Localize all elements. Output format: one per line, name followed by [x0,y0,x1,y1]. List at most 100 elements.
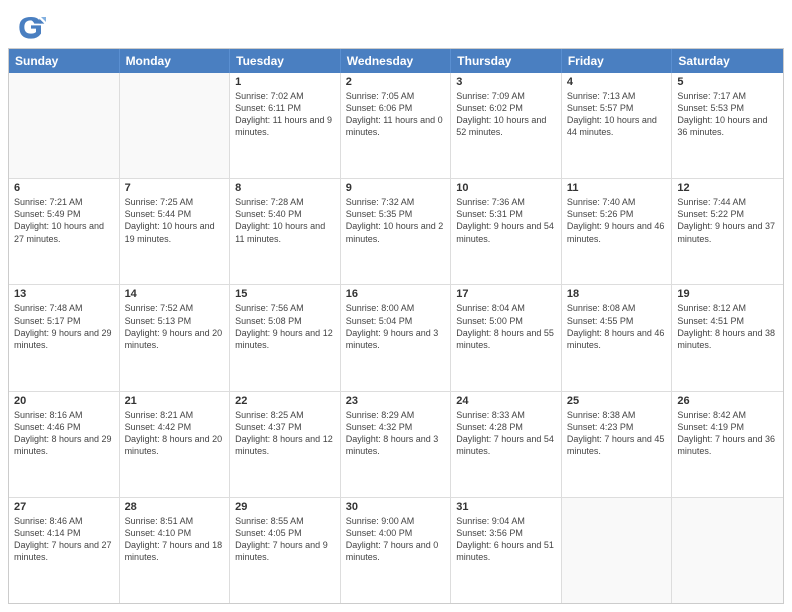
calendar-cell [9,73,120,178]
day-detail: Sunrise: 9:00 AM Sunset: 4:00 PM Dayligh… [346,515,446,564]
calendar-cell: 13 Sunrise: 7:48 AM Sunset: 5:17 PM Dayli… [9,285,120,390]
calendar-cell: 4 Sunrise: 7:13 AM Sunset: 5:57 PM Daylig… [562,73,673,178]
day-of-week-sunday: Sunday [9,49,120,73]
calendar-cell: 6Sunrise: 7:21 AM Sunset: 5:49 PM Daylig… [9,179,120,284]
logo-icon [16,12,46,42]
calendar-cell: 5 Sunrise: 7:17 AM Sunset: 5:53 PM Daylig… [672,73,783,178]
calendar-cell: 1 Sunrise: 7:02 AM Sunset: 6:11 PM Daylig… [230,73,341,178]
day-detail: Sunrise: 8:33 AM Sunset: 4:28 PM Dayligh… [456,409,556,458]
day-detail: Sunrise: 8:21 AM Sunset: 4:42 PM Dayligh… [125,409,225,458]
day-detail: Sunrise: 7:13 AM Sunset: 5:57 PM Dayligh… [567,90,667,139]
day-detail: Sunrise: 7:09 AM Sunset: 6:02 PM Dayligh… [456,90,556,139]
day-detail: Sunrise: 7:28 AM Sunset: 5:40 PM Dayligh… [235,196,335,245]
day-number: 21 [125,395,225,407]
calendar-cell: 28 Sunrise: 8:51 AM Sunset: 4:10 PM Dayli… [120,498,231,603]
day-detail: Sunrise: 7:52 AM Sunset: 5:13 PM Dayligh… [125,302,225,351]
day-detail: Sunrise: 8:55 AM Sunset: 4:05 PM Dayligh… [235,515,335,564]
day-number: 14 [125,288,225,300]
day-number: 9 [346,182,446,194]
day-number: 17 [456,288,556,300]
day-detail: Sunrise: 7:05 AM Sunset: 6:06 PM Dayligh… [346,90,446,139]
day-number: 4 [567,76,667,88]
day-detail: Sunrise: 7:32 AM Sunset: 5:35 PM Dayligh… [346,196,446,245]
day-number: 5 [677,76,778,88]
day-detail: Sunrise: 7:56 AM Sunset: 5:08 PM Dayligh… [235,302,335,351]
calendar-cell [120,73,231,178]
calendar-body: 1 Sunrise: 7:02 AM Sunset: 6:11 PM Daylig… [9,73,783,603]
calendar-cell: 16 Sunrise: 8:00 AM Sunset: 5:04 PM Dayli… [341,285,452,390]
calendar-cell [672,498,783,603]
day-detail: Sunrise: 8:38 AM Sunset: 4:23 PM Dayligh… [567,409,667,458]
day-number: 13 [14,288,114,300]
day-detail: Sunrise: 7:17 AM Sunset: 5:53 PM Dayligh… [677,90,778,139]
day-detail: Sunrise: 7:44 AM Sunset: 5:22 PM Dayligh… [677,196,778,245]
day-number: 28 [125,501,225,513]
day-detail: Sunrise: 7:36 AM Sunset: 5:31 PM Dayligh… [456,196,556,245]
calendar-cell: 31 Sunrise: 9:04 AM Sunset: 3:56 PM Dayli… [451,498,562,603]
calendar-cell: 25 Sunrise: 8:38 AM Sunset: 4:23 PM Dayli… [562,392,673,497]
day-detail: Sunrise: 7:48 AM Sunset: 5:17 PM Dayligh… [14,302,114,351]
day-detail: Sunrise: 7:25 AM Sunset: 5:44 PM Dayligh… [125,196,225,245]
day-detail: Sunrise: 8:25 AM Sunset: 4:37 PM Dayligh… [235,409,335,458]
calendar-cell: 15 Sunrise: 7:56 AM Sunset: 5:08 PM Dayli… [230,285,341,390]
calendar-cell: 19Sunrise: 8:12 AM Sunset: 4:51 PM Dayli… [672,285,783,390]
calendar-cell: 9 Sunrise: 7:32 AM Sunset: 5:35 PM Daylig… [341,179,452,284]
day-detail: Sunrise: 8:46 AM Sunset: 4:14 PM Dayligh… [14,515,114,564]
calendar-cell: 21 Sunrise: 8:21 AM Sunset: 4:42 PM Dayli… [120,392,231,497]
day-number: 25 [567,395,667,407]
calendar-cell: 7 Sunrise: 7:25 AM Sunset: 5:44 PM Daylig… [120,179,231,284]
calendar-cell: 27 Sunrise: 8:46 AM Sunset: 4:14 PM Dayli… [9,498,120,603]
day-detail: Sunrise: 8:42 AM Sunset: 4:19 PM Dayligh… [677,409,778,458]
calendar-cell: 30Sunrise: 9:00 AM Sunset: 4:00 PM Dayli… [341,498,452,603]
calendar-cell: 29 Sunrise: 8:55 AM Sunset: 4:05 PM Dayli… [230,498,341,603]
calendar: SundayMondayTuesdayWednesdayThursdayFrid… [8,48,784,604]
calendar-cell: 10 Sunrise: 7:36 AM Sunset: 5:31 PM Dayli… [451,179,562,284]
calendar-cell [562,498,673,603]
calendar-cell: 8 Sunrise: 7:28 AM Sunset: 5:40 PM Daylig… [230,179,341,284]
day-detail: Sunrise: 8:12 AM Sunset: 4:51 PM Dayligh… [677,302,778,351]
calendar-cell: 26 Sunrise: 8:42 AM Sunset: 4:19 PM Dayli… [672,392,783,497]
calendar-cell: 12 Sunrise: 7:44 AM Sunset: 5:22 PM Dayli… [672,179,783,284]
day-number: 11 [567,182,667,194]
day-number: 29 [235,501,335,513]
day-detail: Sunrise: 8:04 AM Sunset: 5:00 PM Dayligh… [456,302,556,351]
calendar-cell: 2 Sunrise: 7:05 AM Sunset: 6:06 PM Daylig… [341,73,452,178]
day-number: 7 [125,182,225,194]
calendar-week-1: 1 Sunrise: 7:02 AM Sunset: 6:11 PM Daylig… [9,73,783,178]
day-number: 8 [235,182,335,194]
calendar-cell: 3Sunrise: 7:09 AM Sunset: 6:02 PM Daylig… [451,73,562,178]
day-detail: Sunrise: 9:04 AM Sunset: 3:56 PM Dayligh… [456,515,556,564]
calendar-cell: 24 Sunrise: 8:33 AM Sunset: 4:28 PM Dayli… [451,392,562,497]
day-number: 20 [14,395,114,407]
calendar-cell: 23Sunrise: 8:29 AM Sunset: 4:32 PM Dayli… [341,392,452,497]
day-number: 27 [14,501,114,513]
day-number: 2 [346,76,446,88]
day-number: 31 [456,501,556,513]
day-detail: Sunrise: 8:16 AM Sunset: 4:46 PM Dayligh… [14,409,114,458]
day-detail: Sunrise: 8:51 AM Sunset: 4:10 PM Dayligh… [125,515,225,564]
calendar-cell: 17 Sunrise: 8:04 AM Sunset: 5:00 PM Dayli… [451,285,562,390]
day-detail: Sunrise: 8:00 AM Sunset: 5:04 PM Dayligh… [346,302,446,351]
day-detail: Sunrise: 7:02 AM Sunset: 6:11 PM Dayligh… [235,90,335,139]
calendar-week-4: 20 Sunrise: 8:16 AM Sunset: 4:46 PM Dayli… [9,391,783,497]
day-of-week-thursday: Thursday [451,49,562,73]
day-detail: Sunrise: 7:21 AM Sunset: 5:49 PM Dayligh… [14,196,114,245]
page-header [0,0,792,48]
day-of-week-monday: Monday [120,49,231,73]
day-number: 10 [456,182,556,194]
day-number: 24 [456,395,556,407]
day-detail: Sunrise: 8:29 AM Sunset: 4:32 PM Dayligh… [346,409,446,458]
calendar-cell: 11 Sunrise: 7:40 AM Sunset: 5:26 PM Dayli… [562,179,673,284]
calendar-cell: 22 Sunrise: 8:25 AM Sunset: 4:37 PM Dayli… [230,392,341,497]
day-detail: Sunrise: 8:08 AM Sunset: 4:55 PM Dayligh… [567,302,667,351]
day-number: 26 [677,395,778,407]
day-number: 12 [677,182,778,194]
day-number: 16 [346,288,446,300]
day-of-week-friday: Friday [562,49,673,73]
day-detail: Sunrise: 7:40 AM Sunset: 5:26 PM Dayligh… [567,196,667,245]
day-number: 22 [235,395,335,407]
calendar-cell: 14 Sunrise: 7:52 AM Sunset: 5:13 PM Dayli… [120,285,231,390]
day-number: 1 [235,76,335,88]
calendar-cell: 20 Sunrise: 8:16 AM Sunset: 4:46 PM Dayli… [9,392,120,497]
day-number: 15 [235,288,335,300]
